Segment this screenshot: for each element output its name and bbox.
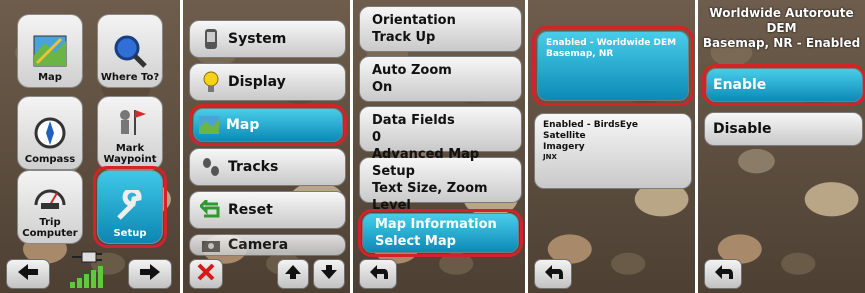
back-button[interactable] — [359, 259, 397, 289]
map-setup-screen: Orientation Track Up Auto Zoom On Data F… — [350, 0, 525, 293]
setting-name: Data Fields — [372, 113, 455, 128]
tile-label: Map — [38, 72, 62, 83]
menu-item-label: System — [228, 31, 287, 47]
bulb-icon — [200, 71, 222, 93]
map-list-screen: Enabled - Worldwide DEM Basemap, NR Enab… — [525, 0, 695, 293]
map-name: Imagery — [543, 142, 585, 152]
menu-item-label: Display — [228, 74, 286, 90]
advanced-map-setup[interactable]: Advanced Map Setup Text Size, Zoom Level — [359, 147, 522, 213]
tile-label: Mark Waypoint — [103, 143, 157, 165]
menu-item-label: Tracks — [228, 159, 279, 175]
tile-label: Where To? — [100, 72, 160, 83]
back-button[interactable] — [704, 259, 742, 289]
back-icon — [541, 263, 565, 285]
close-icon — [197, 263, 215, 285]
scroll-up-button[interactable] — [277, 259, 309, 289]
title-line-1: Worldwide Autoroute DEM — [709, 6, 854, 35]
back-icon — [711, 263, 735, 285]
map-status: Enabled - BirdsEye Satellite — [543, 120, 639, 141]
forward-arrow-button[interactable] — [128, 259, 172, 289]
magnifier-icon — [112, 34, 148, 68]
back-arrow-button[interactable] — [6, 259, 50, 289]
map-tile[interactable]: Map — [17, 14, 83, 88]
setting-name: Auto Zoom — [372, 63, 452, 78]
down-arrow-icon — [320, 264, 338, 284]
tile-label: Trip Computer — [22, 217, 78, 239]
compass-icon — [32, 116, 68, 150]
back-button[interactable] — [534, 259, 572, 289]
menu-item-display[interactable]: Display — [189, 63, 346, 101]
where-to-tile[interactable]: Where To? — [97, 14, 163, 88]
up-arrow-icon — [284, 264, 302, 284]
auto-zoom-setting[interactable]: Auto Zoom On — [359, 56, 522, 102]
button-label: Disable — [713, 121, 772, 137]
disable-button[interactable]: Disable — [704, 112, 863, 146]
menu-item-tracks[interactable]: Tracks — [189, 148, 346, 186]
map-icon — [32, 34, 68, 68]
screenshot-strip: Map Where To? Compass Mark Waypoint Trip… — [0, 0, 865, 293]
back-icon — [366, 263, 390, 285]
map-birdseye-imagery[interactable]: Enabled - BirdsEye Satellite Imagery JNX — [534, 113, 692, 189]
setting-name: Orientation — [372, 13, 456, 28]
setting-value: On — [372, 80, 393, 95]
menu-item-label: Reset — [228, 202, 273, 218]
map-enable-screen: Worldwide Autoroute DEM Basemap, NR - En… — [695, 0, 865, 293]
map-information-highlight — [358, 209, 523, 257]
mark-waypoint-tile[interactable]: Mark Waypoint — [97, 96, 163, 170]
close-button[interactable] — [189, 259, 223, 289]
compass-tile[interactable]: Compass — [17, 96, 83, 170]
orientation-setting[interactable]: Orientation Track Up — [359, 6, 522, 52]
worldwide-dem-highlight — [532, 26, 694, 106]
back-arrow-icon — [16, 262, 40, 286]
menu-item-system[interactable]: System — [189, 20, 346, 58]
enable-highlight — [702, 64, 865, 106]
setting-value: Track Up — [372, 30, 436, 45]
speedometer-icon — [32, 179, 68, 213]
menu-item-label: Camera — [228, 237, 289, 253]
setup-menu-screen: System Display Map Tracks Reset Camera — [180, 0, 350, 293]
camera-icon — [200, 235, 222, 255]
footprints-icon — [200, 156, 222, 178]
setup-highlight — [93, 166, 167, 248]
menu-item-camera[interactable]: Camera — [189, 234, 346, 256]
map-type: JNX — [543, 153, 557, 161]
main-menu-screen: Map Where To? Compass Mark Waypoint Trip… — [0, 0, 180, 293]
trip-computer-tile[interactable]: Trip Computer — [17, 170, 83, 244]
phone-icon — [200, 28, 222, 50]
signal-bars-icon — [70, 266, 106, 292]
menu-item-reset[interactable]: Reset — [189, 191, 346, 229]
tile-label: Compass — [24, 154, 76, 165]
scroll-down-button[interactable] — [313, 259, 345, 289]
screen-title: Worldwide Autoroute DEM Basemap, NR - En… — [698, 6, 865, 51]
setting-name: Advanced Map Setup — [372, 147, 480, 179]
flag-icon — [112, 105, 148, 139]
map-item-highlight — [189, 104, 347, 146]
setting-value: 0 — [372, 130, 382, 145]
title-line-2: Basemap, NR - Enabled — [702, 36, 861, 50]
forward-arrow-icon — [138, 262, 162, 286]
reset-arrow-icon — [200, 199, 222, 221]
